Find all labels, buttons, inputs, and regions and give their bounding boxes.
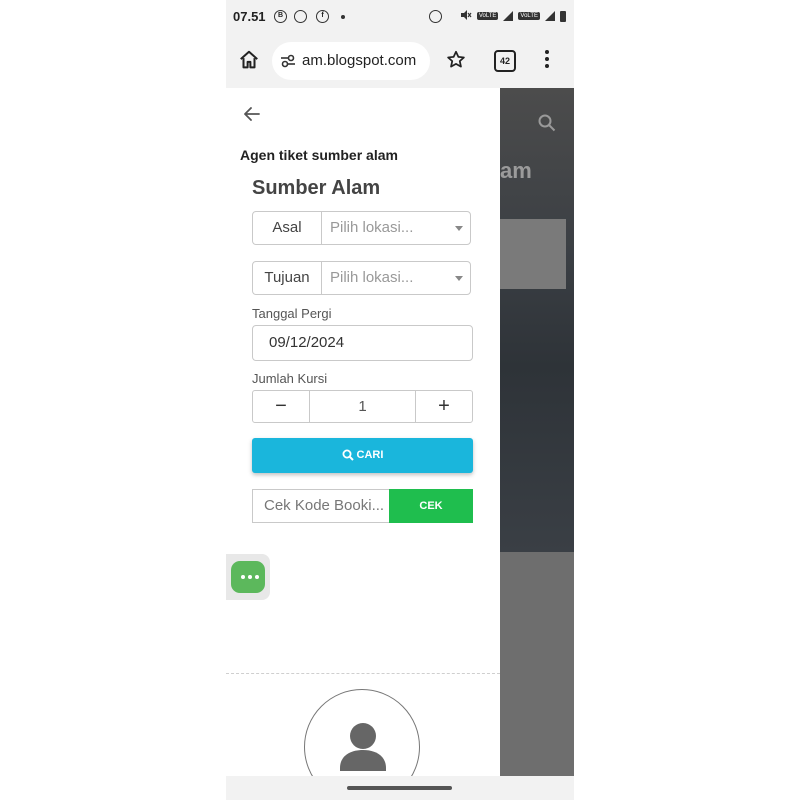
- search-button[interactable]: CARI: [252, 438, 473, 473]
- tab-switcher-button[interactable]: 42: [494, 50, 516, 72]
- widget-title: Sumber Alam: [252, 177, 381, 199]
- hero-heading: am: [500, 158, 532, 183]
- booking-check-form: Cek Kode Booki... CEK: [252, 489, 473, 523]
- signal-icon: [503, 11, 514, 21]
- destination-value[interactable]: Pilih lokasi...: [330, 262, 413, 294]
- date-label: Tanggal Pergi: [252, 306, 332, 321]
- destination-label: Tujuan: [253, 262, 322, 294]
- url-text: am.blogspot.com: [302, 52, 417, 69]
- system-nav-bar: [226, 776, 574, 800]
- site-settings-icon[interactable]: [280, 54, 296, 68]
- battery-icon: [560, 10, 566, 22]
- drawer-title: Agen tiket sumber alam: [240, 147, 398, 163]
- date-input[interactable]: 09/12/2024: [252, 325, 473, 361]
- hero-image: am: [500, 88, 574, 552]
- dot-icon: [341, 15, 345, 19]
- signal-icon: [545, 11, 555, 21]
- whatsapp-icon: [294, 10, 307, 23]
- facebook-icon: f: [316, 10, 329, 23]
- destination-select[interactable]: Tujuan Pilih lokasi...: [252, 261, 471, 295]
- sync-icon: [428, 9, 442, 23]
- more-options-icon[interactable]: [544, 50, 550, 70]
- origin-label: Asal: [253, 212, 322, 244]
- side-drawer: Agen tiket sumber alam Sumber Alam Asal …: [226, 88, 500, 800]
- status-time: 07.51: [233, 9, 266, 24]
- status-indicators: VoLTE VoLTE: [428, 9, 566, 23]
- phone-screen: 07.51 B f VoLTE VoLTE am.blogspot.com 42…: [226, 0, 574, 800]
- seats-label: Jumlah Kursi: [252, 371, 328, 386]
- divider: [226, 673, 500, 674]
- decrement-button[interactable]: −: [253, 391, 310, 422]
- seats-stepper: − 1 +: [252, 390, 473, 423]
- status-bar: 07.51 B f VoLTE VoLTE: [226, 0, 574, 34]
- origin-select[interactable]: Asal Pilih lokasi...: [252, 211, 471, 245]
- gesture-handle[interactable]: [347, 786, 452, 790]
- check-button[interactable]: CEK: [389, 489, 473, 523]
- address-bar[interactable]: am.blogspot.com: [272, 42, 430, 80]
- hero-box: [500, 219, 566, 289]
- mute-icon: [460, 9, 472, 23]
- more-dots-icon: [241, 575, 259, 579]
- volte-icon: VoLTE: [476, 12, 499, 20]
- home-icon[interactable]: [238, 49, 260, 71]
- chevron-down-icon: [455, 276, 463, 281]
- seats-value[interactable]: 1: [309, 391, 416, 422]
- search-icon[interactable]: [538, 114, 556, 132]
- search-icon: [342, 449, 354, 461]
- search-button-label: CARI: [356, 449, 384, 461]
- booking-code-input[interactable]: Cek Kode Booki...: [253, 490, 388, 522]
- browser-toolbar: am.blogspot.com 42: [226, 34, 574, 88]
- bookmark-star-icon[interactable]: [445, 49, 467, 71]
- page-backdrop[interactable]: am: [500, 88, 574, 776]
- fab-inner[interactable]: [231, 561, 265, 593]
- b-circle-icon: B: [274, 10, 287, 23]
- volte-icon: VoLTE: [518, 12, 540, 20]
- back-arrow-icon[interactable]: [242, 104, 262, 124]
- floating-menu-button[interactable]: [226, 554, 270, 600]
- chevron-down-icon: [455, 226, 463, 231]
- origin-value[interactable]: Pilih lokasi...: [330, 212, 413, 244]
- increment-button[interactable]: +: [415, 391, 472, 422]
